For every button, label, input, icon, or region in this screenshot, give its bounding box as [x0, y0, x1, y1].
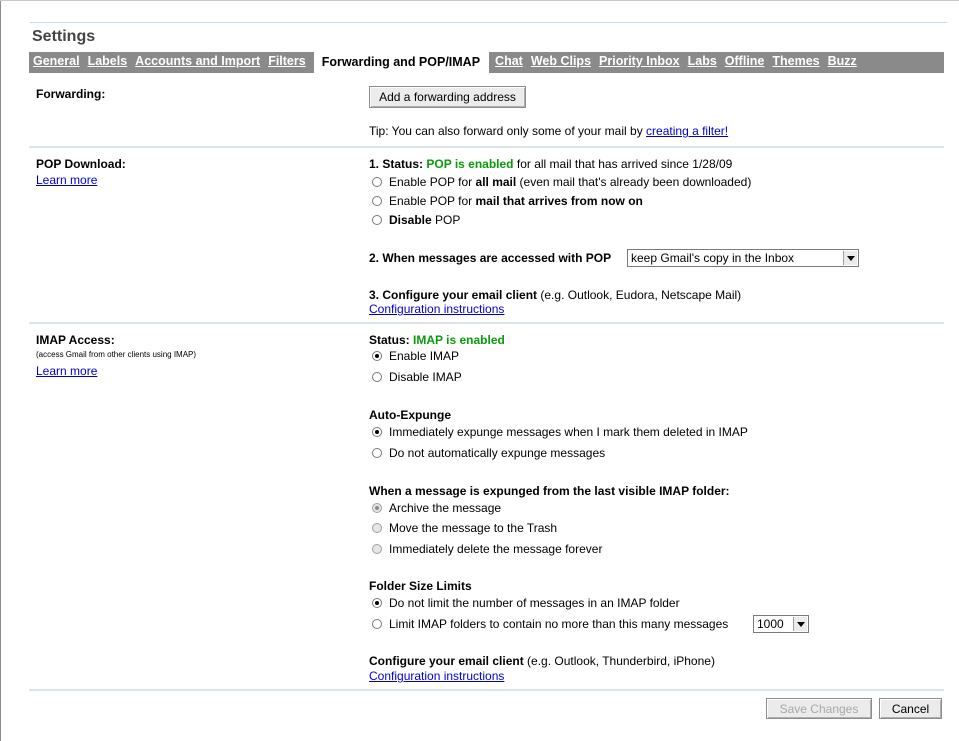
pop-option-bold: mail that arrives from now on — [475, 194, 643, 208]
pop-option-from-now-on[interactable]: Enable POP for mail that arrives from no… — [372, 194, 643, 208]
pop-option-text: Enable POP for — [389, 175, 473, 189]
pop-option-bold: Disable — [389, 213, 432, 227]
pop-config-suffix: (e.g. Outlook, Eudora, Netscape Mail) — [540, 288, 742, 302]
pop-disable-radio[interactable] — [372, 215, 382, 225]
forwarding-tip-text: Tip: You can also forward only some of y… — [369, 124, 643, 138]
settings-tab-bar: General Labels Accounts and Import Filte… — [29, 52, 944, 73]
add-forwarding-address-button[interactable]: Add a forwarding address — [369, 86, 526, 108]
expunge-manual-radio[interactable] — [372, 448, 382, 458]
expunged-folder-title: When a message is expunged from the last… — [369, 484, 730, 498]
imap-learn-more-link[interactable]: Learn more — [36, 364, 97, 378]
expunged-delete-option[interactable]: Immediately delete the message forever — [372, 542, 602, 556]
cancel-button[interactable]: Cancel — [879, 698, 942, 719]
pop-download-label: POP Download: — [36, 157, 126, 171]
tab-accounts-and-import[interactable]: Accounts and Import — [132, 52, 265, 73]
pop-section: POP Download: Learn more 1. Status: POP … — [29, 148, 944, 322]
pop-learn-more-link[interactable]: Learn more — [36, 173, 97, 187]
section-divider — [29, 689, 944, 691]
imap-access-label: IMAP Access: — [36, 333, 115, 347]
pop-from-now-radio[interactable] — [372, 196, 382, 206]
tab-themes[interactable]: Themes — [769, 52, 824, 73]
pop-status-prefix: 1. Status: — [369, 157, 424, 171]
imap-enable-label: Enable IMAP — [389, 349, 460, 363]
size-no-limit-radio[interactable] — [372, 598, 382, 608]
pop-option-text: Enable POP for — [389, 194, 473, 208]
imap-enable-radio[interactable] — [372, 351, 382, 361]
forwarding-tip: Tip: You can also forward only some of y… — [369, 124, 728, 138]
expunged-archive-option[interactable]: Archive the message — [372, 501, 501, 515]
imap-disable-option[interactable]: Disable IMAP — [372, 370, 462, 384]
imap-access-note: (access Gmail from other clients using I… — [36, 350, 197, 359]
imap-config-label: Configure your email client — [369, 654, 524, 668]
size-no-limit-label: Do not limit the number of messages in a… — [389, 596, 680, 610]
imap-section: IMAP Access: (access Gmail from other cl… — [29, 324, 944, 689]
pop-config-label: 3. Configure your email client — [369, 288, 538, 302]
pop-status-value: POP is enabled — [426, 157, 514, 171]
pop-access-select[interactable]: keep Gmail's copy in the Inbox — [627, 249, 859, 267]
tab-filters[interactable]: Filters — [265, 52, 311, 73]
page-title: Settings — [30, 22, 947, 50]
expunge-immediately-radio[interactable] — [372, 427, 382, 437]
tab-web-clips[interactable]: Web Clips — [528, 52, 596, 73]
chevron-down-icon — [793, 617, 807, 631]
pop-status-suffix: for all mail that has arrived since 1/28… — [516, 157, 733, 171]
pop-option-bold: all mail — [475, 175, 517, 189]
auto-expunge-title: Auto-Expunge — [369, 408, 451, 422]
tab-forwarding-pop-imap[interactable]: Forwarding and POP/IMAP — [313, 52, 490, 73]
pop-option-post: (even mail that's already been downloade… — [519, 175, 752, 189]
save-changes-button[interactable]: Save Changes — [766, 698, 872, 719]
pop-all-mail-radio[interactable] — [372, 177, 382, 187]
imap-enable-option[interactable]: Enable IMAP — [372, 349, 459, 363]
expunged-trash-radio[interactable] — [372, 523, 382, 533]
expunged-trash-option[interactable]: Move the message to the Trash — [372, 521, 557, 535]
tab-general[interactable]: General — [29, 52, 85, 73]
expunge-immediately-option[interactable]: Immediately expunge messages when I mark… — [372, 425, 748, 439]
tab-chat[interactable]: Chat — [492, 52, 528, 73]
pop-status: 1. Status: POP is enabled for all mail t… — [369, 157, 732, 171]
imap-config: Configure your email client (e.g. Outloo… — [369, 654, 715, 668]
imap-status: Status: IMAP is enabled — [369, 333, 505, 347]
pop-option-post: POP — [435, 213, 461, 227]
expunged-delete-label: Immediately delete the message forever — [389, 542, 603, 556]
imap-disable-radio[interactable] — [372, 372, 382, 382]
size-limit-option[interactable]: Limit IMAP folders to contain no more th… — [372, 617, 728, 631]
expunge-immediately-label: Immediately expunge messages when I mark… — [389, 425, 748, 439]
window-border-top — [0, 0, 959, 1]
size-limit-value: 1000 — [757, 617, 784, 631]
pop-option-all-mail[interactable]: Enable POP for all mail (even mail that'… — [372, 175, 751, 189]
expunged-trash-label: Move the message to the Trash — [389, 521, 558, 535]
chevron-down-icon — [843, 251, 857, 265]
pop-config: 3. Configure your email client (e.g. Out… — [369, 288, 741, 302]
imap-status-prefix: Status: — [369, 333, 410, 347]
size-limit-radio[interactable] — [372, 619, 382, 629]
tab-labels[interactable]: Labels — [85, 52, 133, 73]
imap-disable-label: Disable IMAP — [389, 370, 462, 384]
size-limit-label: Limit IMAP folders to contain no more th… — [389, 617, 729, 631]
tab-labs[interactable]: Labs — [685, 52, 722, 73]
window-border-left — [0, 0, 1, 741]
tab-buzz[interactable]: Buzz — [825, 52, 862, 73]
pop-access-label: 2. When messages are accessed with POP — [369, 251, 612, 265]
tab-priority-inbox[interactable]: Priority Inbox — [596, 52, 685, 73]
expunge-manual-label: Do not automatically expunge messages — [389, 446, 606, 460]
expunge-manual-option[interactable]: Do not automatically expunge messages — [372, 446, 605, 460]
create-filter-link[interactable]: creating a filter! — [646, 124, 728, 138]
tab-offline[interactable]: Offline — [722, 52, 770, 73]
imap-config-instructions-link[interactable]: Configuration instructions — [369, 669, 504, 683]
forwarding-section: Forwarding: Add a forwarding address Tip… — [29, 80, 944, 145]
forwarding-label: Forwarding: — [36, 87, 106, 101]
expunged-archive-label: Archive the message — [389, 501, 502, 515]
pop-access-value: keep Gmail's copy in the Inbox — [631, 251, 795, 265]
folder-size-title: Folder Size Limits — [369, 579, 472, 593]
pop-config-instructions-link[interactable]: Configuration instructions — [369, 302, 504, 316]
pop-option-disable[interactable]: Disable POP — [372, 213, 460, 227]
expunged-archive-radio[interactable] — [372, 503, 382, 513]
size-no-limit-option[interactable]: Do not limit the number of messages in a… — [372, 596, 680, 610]
size-limit-select[interactable]: 1000 — [753, 615, 809, 633]
expunged-delete-radio[interactable] — [372, 544, 382, 554]
imap-config-suffix: (e.g. Outlook, Thunderbird, iPhone) — [527, 654, 715, 668]
imap-status-value: IMAP is enabled — [413, 333, 505, 347]
